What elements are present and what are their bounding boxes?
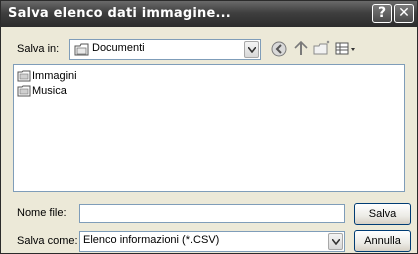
folder-icon [17, 85, 31, 97]
close-icon: ✕ [398, 5, 410, 21]
filename-label: Nome file: [17, 207, 67, 219]
new-folder-icon [313, 40, 330, 55]
save-in-label: Salva in: [17, 43, 60, 55]
new-folder-button[interactable] [312, 39, 332, 59]
file-name: Musica [32, 85, 67, 97]
chevron-down-icon [332, 239, 340, 245]
back-button[interactable] [269, 39, 289, 59]
save-dialog: Salva elenco dati immagine... ? ✕ Salva … [0, 0, 418, 254]
folder-documents-icon [74, 43, 89, 56]
save-in-value: Documenti [92, 42, 145, 54]
views-menu-icon [335, 42, 355, 55]
save-as-label: Salva come: [17, 235, 78, 247]
views-menu-button[interactable] [334, 39, 360, 59]
up-folder-button[interactable] [291, 39, 311, 59]
up-folder-icon [294, 40, 308, 55]
help-button[interactable]: ? [372, 4, 392, 23]
chevron-down-icon [248, 47, 256, 53]
close-button[interactable]: ✕ [394, 4, 414, 23]
help-icon: ? [377, 5, 387, 21]
file-name: Immagini [32, 70, 77, 82]
file-type-dropdown-arrow[interactable] [328, 233, 343, 250]
filename-input[interactable] [79, 204, 345, 223]
save-in-dropdown-arrow[interactable] [244, 41, 259, 58]
cancel-button[interactable]: Annulla [354, 230, 411, 252]
back-icon [271, 41, 287, 57]
save-in-dropdown[interactable]: Documenti [69, 39, 261, 60]
save-button[interactable]: Salva [354, 203, 411, 225]
file-type-dropdown[interactable]: Elenco informazioni (*.CSV) [79, 231, 345, 252]
file-type-value: Elenco informazioni (*.CSV) [83, 234, 220, 246]
folder-icon [17, 70, 31, 82]
file-list[interactable]: Immagini Musica [13, 64, 405, 192]
window-title: Salva elenco dati immagine... [8, 6, 231, 21]
title-bar[interactable]: Salva elenco dati immagine... ? ✕ [1, 1, 417, 27]
